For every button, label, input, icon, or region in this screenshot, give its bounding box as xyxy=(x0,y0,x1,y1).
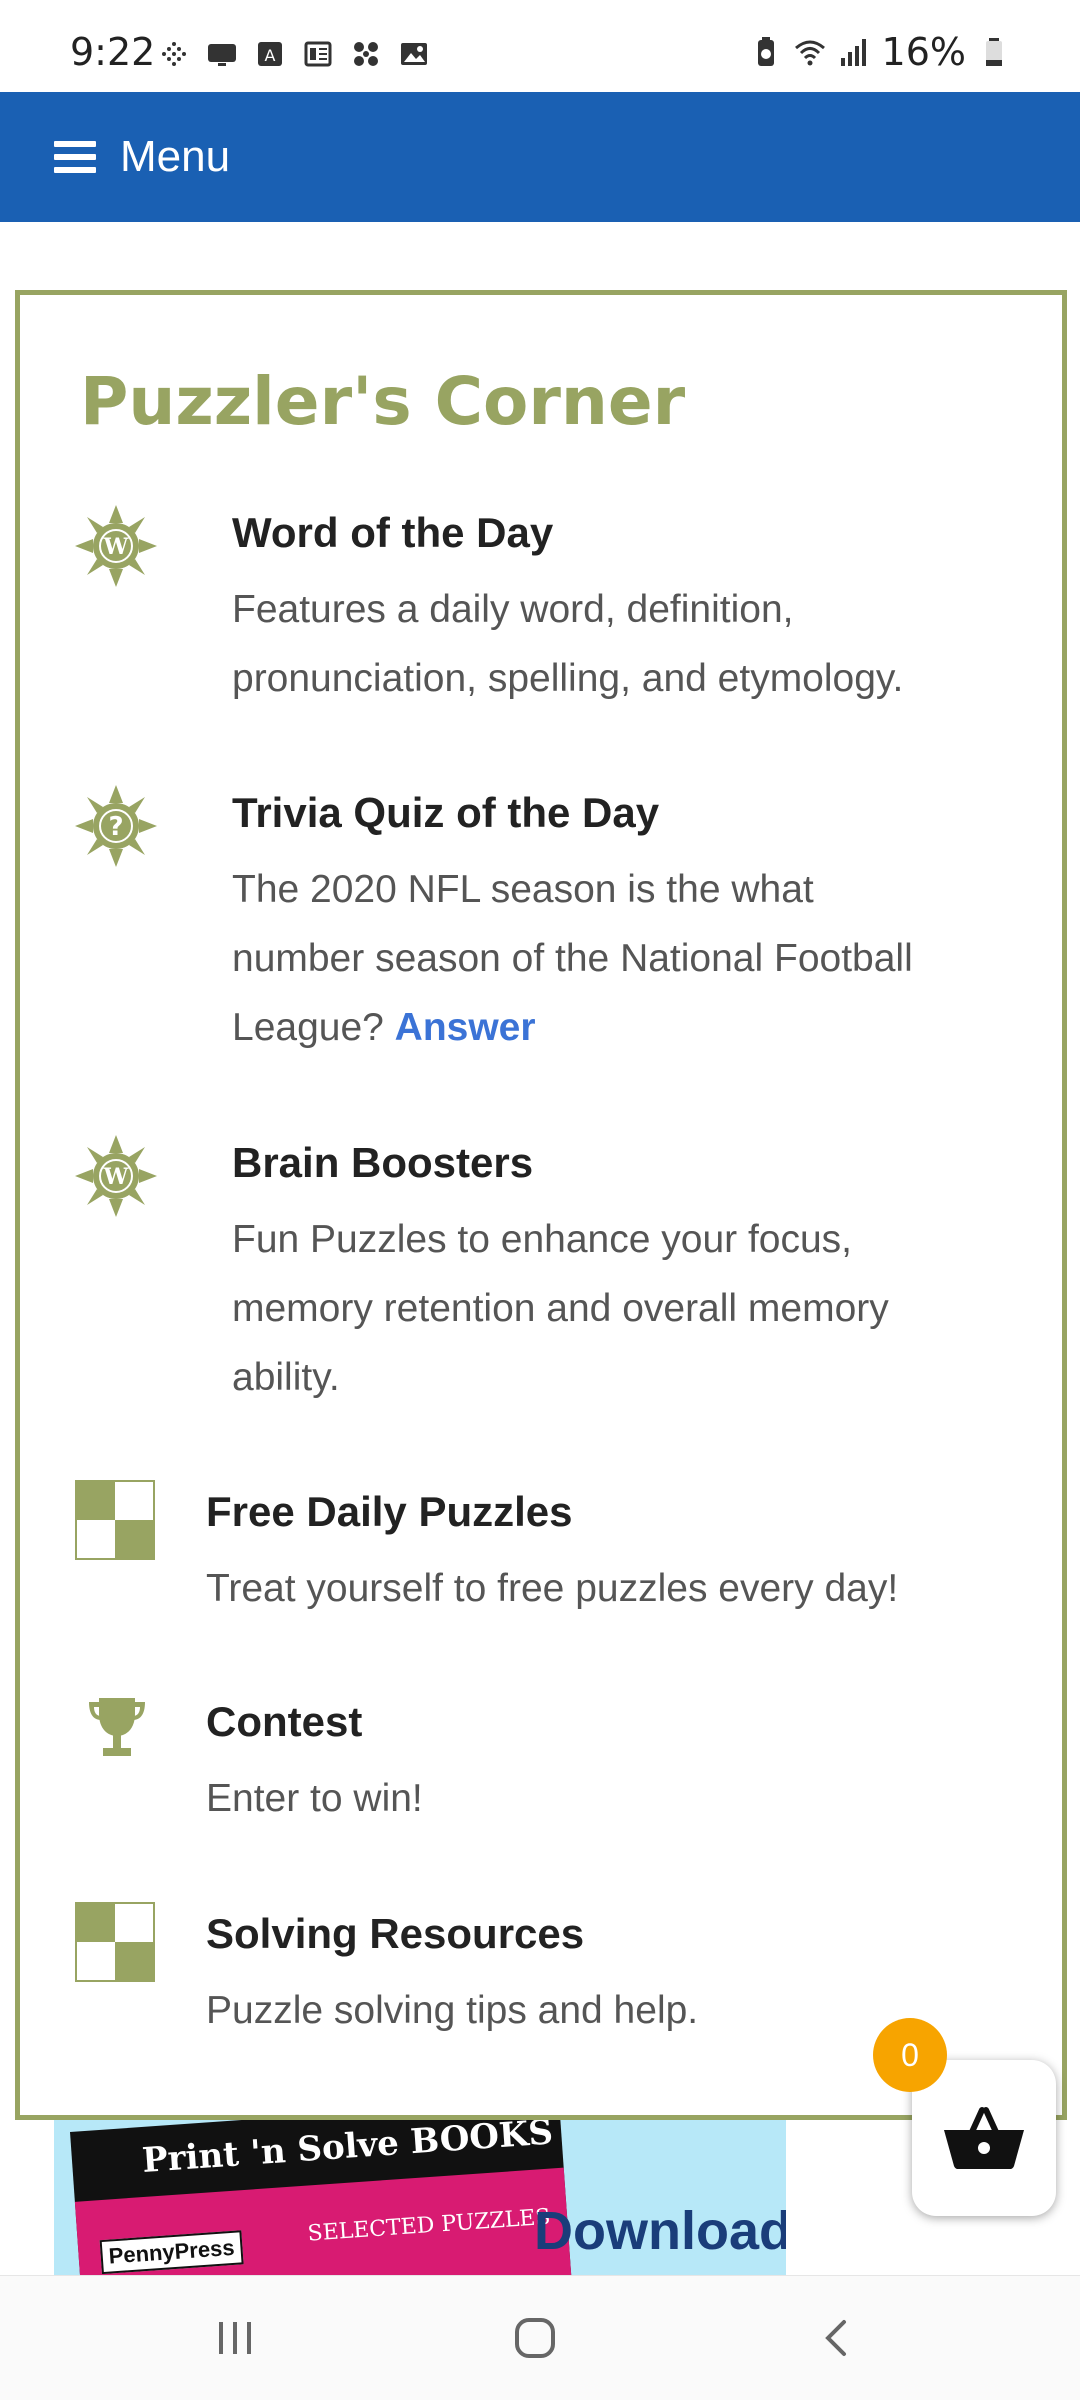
item-title[interactable]: Solving Resources xyxy=(206,1910,584,1958)
desc-line: Puzzle solving tips and help. xyxy=(206,1989,699,2032)
desc-line: The 2020 NFL season is the what xyxy=(232,868,814,911)
item-title[interactable]: Trivia Quiz of the Day xyxy=(232,789,659,837)
desc-line: memory retention and overall memory xyxy=(232,1287,889,1330)
checker-icon xyxy=(75,1902,155,1982)
back-icon xyxy=(825,2320,846,2356)
battery-percent: 16% xyxy=(881,30,966,74)
ad-banner[interactable]: Print 'n Solve BOOKS PennyPress SELECTED… xyxy=(54,2120,786,2275)
desc-line: Fun Puzzles to enhance your focus, xyxy=(232,1218,853,1261)
desc-line: ability. xyxy=(232,1356,340,1399)
desc-line: League? Answer xyxy=(232,993,913,1062)
svg-text:A: A xyxy=(265,46,276,65)
cart-count-badge: 0 xyxy=(873,2018,947,2092)
svg-text:W: W xyxy=(103,534,129,560)
dots-icon xyxy=(162,42,186,66)
checker-icon xyxy=(75,1480,155,1560)
sun-w-icon: W xyxy=(75,1135,157,1217)
sun-w-icon: W xyxy=(75,505,157,587)
a-box-icon: A xyxy=(258,42,282,66)
system-nav-bar xyxy=(0,2275,1080,2400)
desc-line: pronunciation, spelling, and etymology. xyxy=(232,657,904,700)
back-button[interactable] xyxy=(803,2308,873,2368)
status-time: 9:22 xyxy=(70,30,156,74)
battery-icon xyxy=(986,38,1002,66)
basket-icon xyxy=(944,2107,1024,2169)
sun-question-icon: ? xyxy=(75,785,157,867)
ad-selected-label: SELECTED PUZZLES xyxy=(306,2204,552,2247)
svg-text:W: W xyxy=(103,1164,129,1190)
item-description: Treat yourself to free puzzles every day… xyxy=(206,1554,898,1623)
trophy-icon xyxy=(89,1698,145,1756)
svg-text:?: ? xyxy=(108,812,123,842)
wifi-icon xyxy=(794,40,825,66)
desc-line: Treat yourself to free puzzles every day… xyxy=(206,1567,899,1610)
recents-button[interactable] xyxy=(200,2308,270,2368)
ad-book-band: PennyPress SELECTED PUZZLES xyxy=(74,2167,574,2275)
ad-brand-logo: PennyPress xyxy=(99,2230,244,2275)
signal-icon xyxy=(840,39,866,66)
status-bar: 9:22 A 16% xyxy=(0,0,1080,92)
hamburger-icon xyxy=(54,141,96,173)
image-icon xyxy=(401,43,427,65)
item-description: Enter to win! xyxy=(206,1764,423,1833)
ad-book-cover: Print 'n Solve BOOKS PennyPress SELECTED… xyxy=(70,2120,574,2275)
item-title[interactable]: Brain Boosters xyxy=(232,1139,533,1187)
item-description: Puzzle solving tips and help. xyxy=(206,1976,698,2045)
item-description: Fun Puzzles to enhance your focus, memor… xyxy=(232,1205,889,1412)
menu-label: Menu xyxy=(120,132,231,181)
system-icons: 16% xyxy=(750,30,1010,74)
home-button[interactable] xyxy=(500,2308,570,2368)
ad-download-text[interactable]: Download xyxy=(534,2200,786,2262)
dex-icon xyxy=(208,44,236,66)
item-description: The 2020 NFL season is the what number s… xyxy=(232,855,913,1062)
home-icon xyxy=(515,2318,555,2358)
menu-button[interactable]: Menu xyxy=(54,120,230,194)
item-title[interactable]: Free Daily Puzzles xyxy=(206,1488,573,1536)
recents-icon xyxy=(219,2322,251,2354)
item-description: Features a daily word, definition, pronu… xyxy=(232,575,903,713)
fan-icon xyxy=(354,42,378,66)
puzzlers-corner-panel: Puzzler's Corner W Word of the Day Featu… xyxy=(15,290,1067,2120)
desc-line: number season of the National Football xyxy=(232,937,913,980)
item-title[interactable]: Word of the Day xyxy=(232,509,553,557)
desc-line: Features a daily word, definition, xyxy=(232,588,794,631)
item-title[interactable]: Contest xyxy=(206,1698,362,1746)
desc-text: League? xyxy=(232,1006,395,1049)
notification-icons: A xyxy=(158,34,430,74)
news-icon xyxy=(304,41,332,67)
answer-link[interactable]: Answer xyxy=(395,1006,536,1049)
battery-saver-icon xyxy=(757,37,774,66)
top-menu-bar: Menu xyxy=(0,92,1080,222)
panel-title: Puzzler's Corner xyxy=(80,363,686,440)
desc-line: Enter to win! xyxy=(206,1777,423,1820)
